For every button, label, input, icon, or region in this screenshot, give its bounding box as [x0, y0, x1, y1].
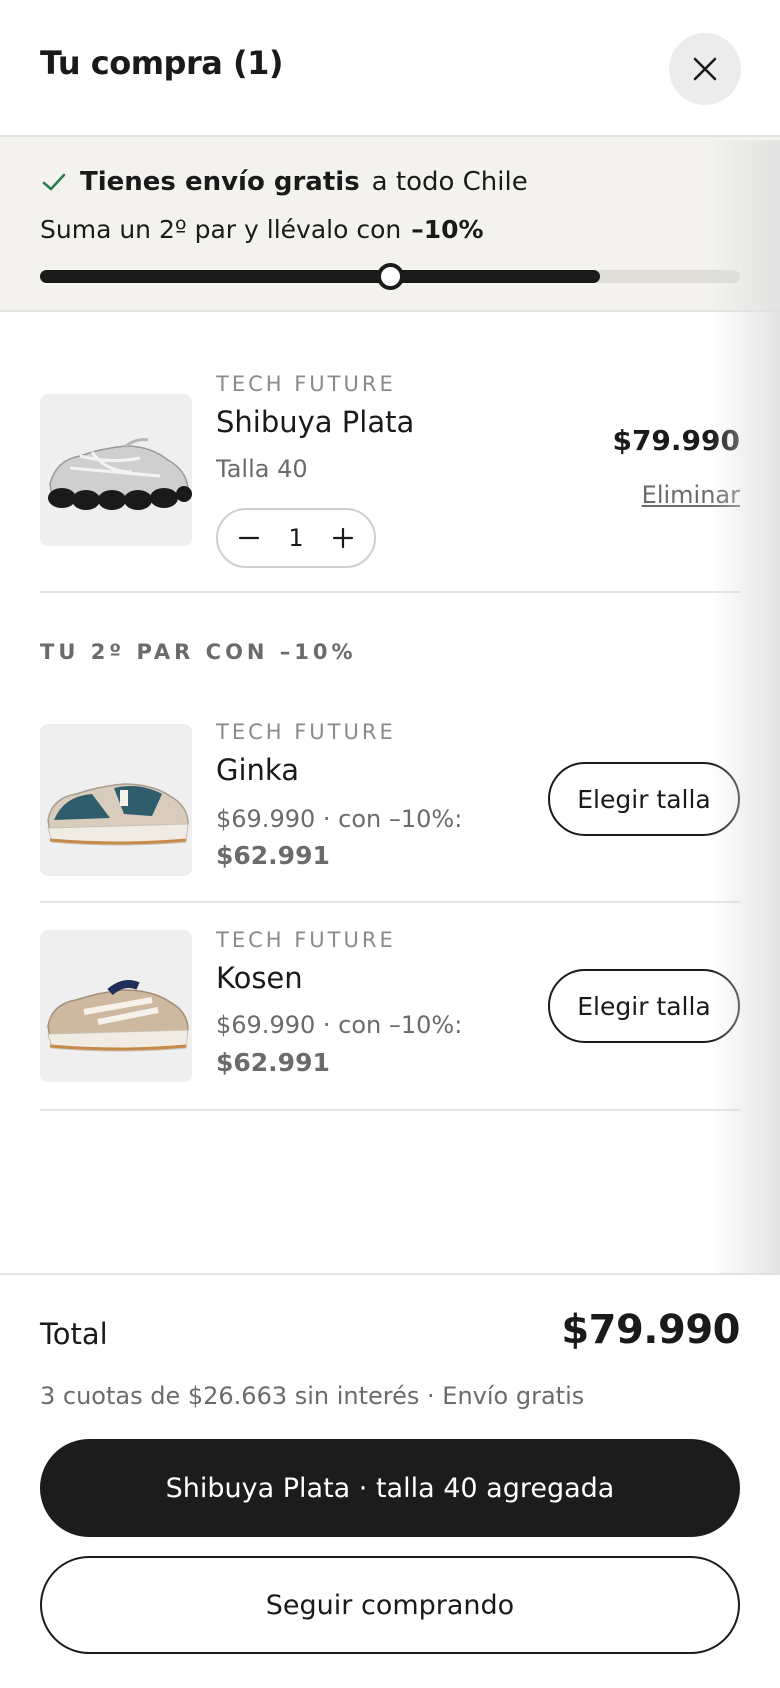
discounted-price: $62.991: [216, 1048, 330, 1077]
added-confirmation-button[interactable]: Shibuya Plata · talla 40 agregada: [40, 1439, 740, 1537]
shoe-image: [47, 783, 189, 846]
remove-link[interactable]: Eliminar: [642, 481, 740, 509]
quantity-stepper: 1: [216, 508, 376, 568]
discounted-price: $62.991: [216, 841, 330, 870]
divider: [40, 591, 740, 593]
second-pair-discount: –10%: [411, 215, 484, 244]
product-name[interactable]: Kosen: [216, 961, 303, 995]
plus-icon: [332, 527, 354, 549]
divider: [40, 901, 740, 903]
page-title: Tu compra (1): [40, 44, 283, 82]
product-price-line: $69.990 · con –10%:: [216, 805, 463, 833]
product-price-line: $69.990 · con –10%:: [216, 1011, 463, 1039]
cart-header: Tu compra (1): [0, 0, 780, 137]
total-value: $79.990: [561, 1307, 740, 1353]
choose-size-button[interactable]: Elegir talla: [548, 762, 740, 836]
product-image-ginka[interactable]: [40, 724, 192, 876]
cart-footer: Total $79.990 3 cuotas de $26.663 sin in…: [0, 1273, 780, 1688]
increase-button[interactable]: [330, 525, 356, 551]
shoe-image: [48, 438, 192, 510]
product-brand: TECH FUTURE: [216, 928, 396, 952]
progress-fill: [40, 270, 600, 283]
choose-size-button[interactable]: Elegir talla: [548, 969, 740, 1043]
close-button[interactable]: [669, 33, 741, 105]
quantity-value: 1: [288, 524, 304, 552]
total-label: Total: [40, 1317, 108, 1351]
minus-icon: [238, 536, 260, 540]
product-image-kosen[interactable]: [40, 930, 192, 1082]
divider: [40, 1109, 740, 1111]
product-image-shibuya[interactable]: [40, 394, 192, 546]
continue-shopping-button[interactable]: Seguir comprando: [40, 1556, 740, 1654]
product-size: Talla 40: [216, 455, 308, 483]
recommendations-title: TU 2º PAR CON –10%: [40, 640, 357, 664]
free-shipping-strong: Tienes envío gratis: [80, 167, 360, 197]
installments-text: 3 cuotas de $26.663 sin interés · Envío …: [40, 1382, 585, 1410]
product-price: $79.990: [612, 424, 740, 457]
product-brand: TECH FUTURE: [216, 720, 396, 744]
product-name[interactable]: Ginka: [216, 753, 299, 787]
promo-progress-bar: [40, 263, 740, 290]
cart-drawer: Tu compra (1) Tienes envío gratis a todo…: [0, 0, 780, 1688]
second-pair-message: Suma un 2º par y llévalo con –10%: [40, 215, 484, 244]
product-name[interactable]: Shibuya Plata: [216, 405, 414, 439]
second-pair-text: Suma un 2º par y llévalo con: [40, 215, 402, 244]
close-icon: [693, 57, 717, 81]
product-brand: TECH FUTURE: [216, 372, 396, 396]
check-icon: [40, 168, 68, 196]
promo-banner: Tienes envío gratis a todo Chile Suma un…: [0, 137, 780, 312]
free-shipping-rest: a todo Chile: [371, 167, 528, 197]
shoe-image: [47, 980, 189, 1052]
decrease-button[interactable]: [236, 525, 262, 551]
free-shipping-message: Tienes envío gratis a todo Chile: [40, 167, 528, 197]
progress-knob: [377, 263, 404, 290]
